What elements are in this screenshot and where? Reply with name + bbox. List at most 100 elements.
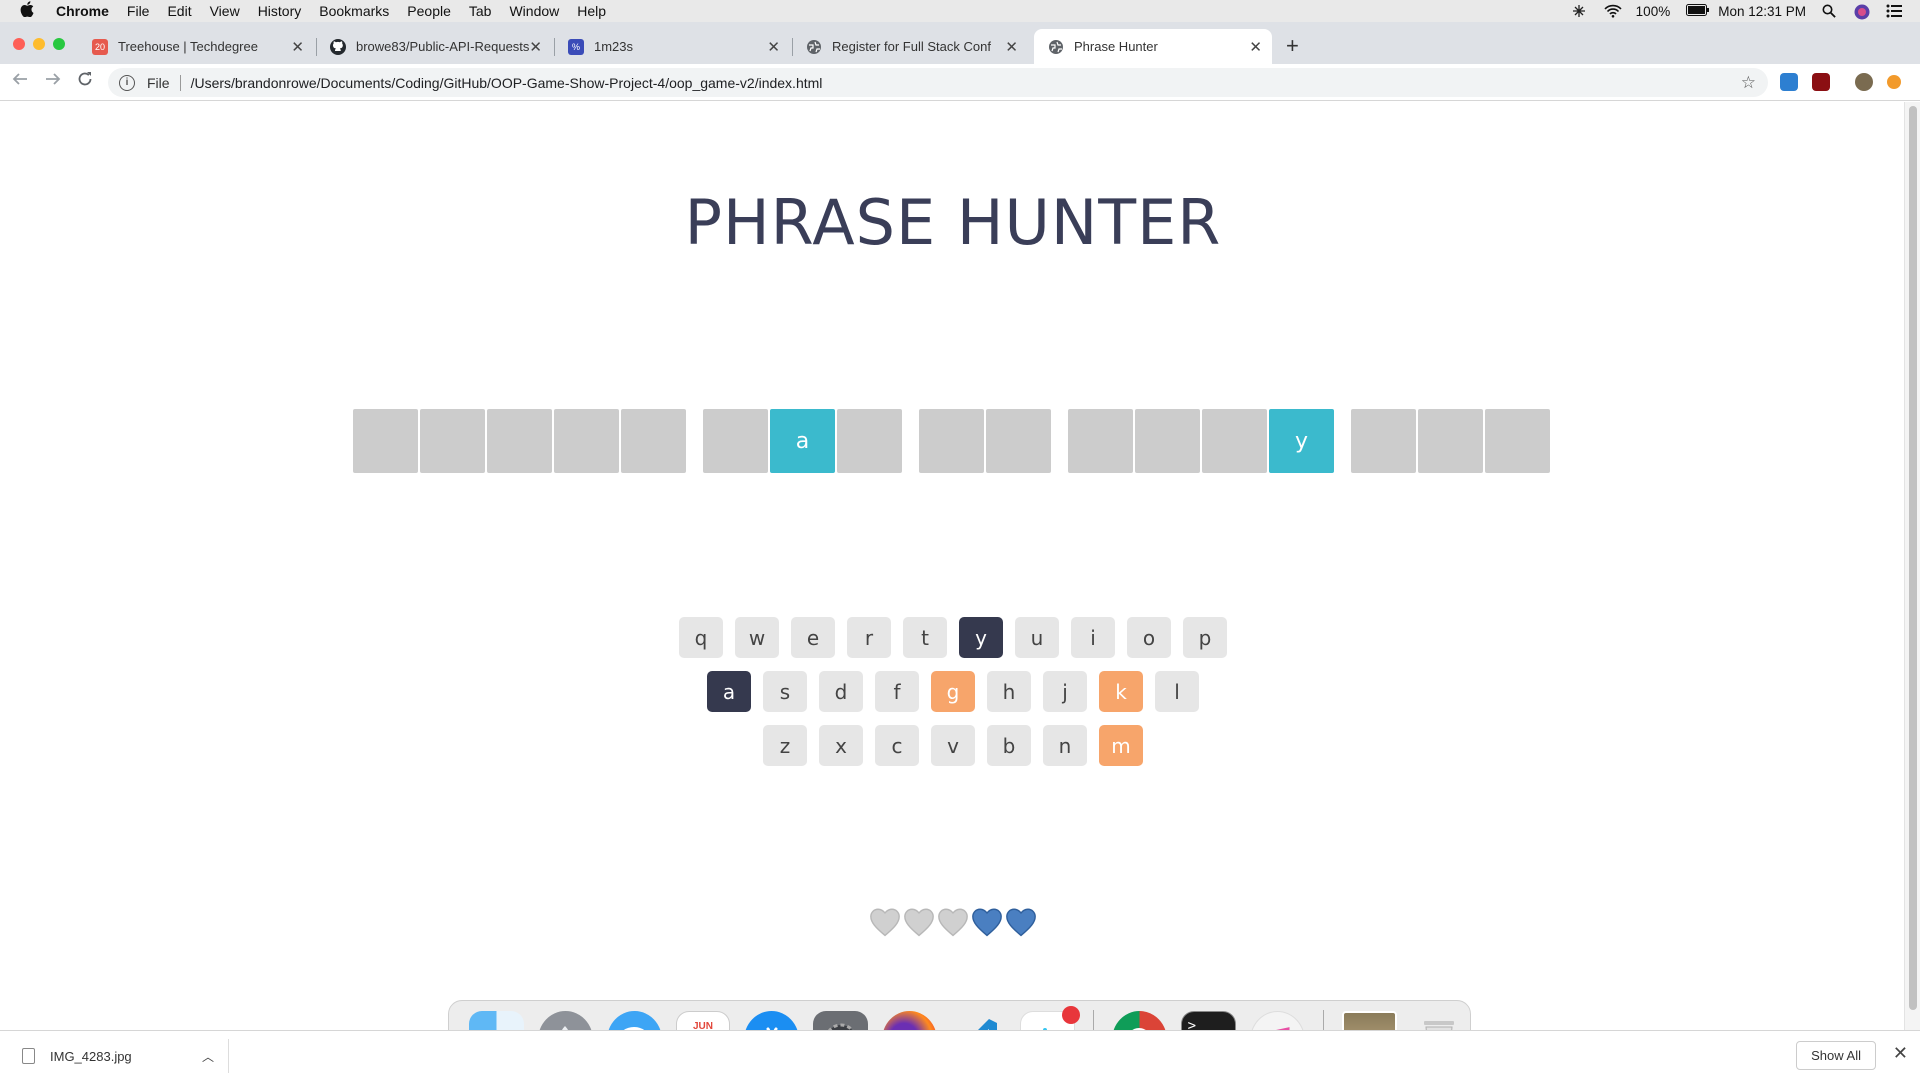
github-icon (330, 38, 346, 55)
keyboard-row: qwertyuiop (0, 617, 1906, 658)
key-y: y (959, 617, 1003, 658)
key-z[interactable]: z (763, 725, 807, 766)
menu-history[interactable]: History (258, 3, 302, 19)
key-x[interactable]: x (819, 725, 863, 766)
key-d[interactable]: d (819, 671, 863, 712)
bookmark-star-icon[interactable]: ☆ (1741, 73, 1756, 93)
key-w[interactable]: w (735, 617, 779, 658)
notification-badge (1061, 1006, 1080, 1024)
apple-menu-icon[interactable] (20, 1, 38, 21)
phrase-word (919, 409, 1051, 473)
key-v[interactable]: v (931, 725, 975, 766)
key-p[interactable]: p (1183, 617, 1227, 658)
key-m: m (1099, 725, 1143, 766)
tab-strip: 20 Treehouse | Techdegree ✕ browe83/Publ… (0, 22, 1920, 64)
download-item[interactable]: IMG_4283.jpg ︿ (14, 1039, 229, 1073)
key-l[interactable]: l (1155, 671, 1199, 712)
info-icon[interactable]: i (119, 74, 135, 91)
url-scheme-label: File (147, 74, 170, 91)
scrollbar-thumb[interactable] (1909, 106, 1917, 1010)
battery-icon[interactable] (1686, 4, 1710, 18)
new-tab-plus-icon[interactable]: + (1286, 33, 1299, 59)
key-j[interactable]: j (1043, 671, 1087, 712)
key-q[interactable]: q (679, 617, 723, 658)
extension-counter-icon[interactable] (1780, 73, 1798, 91)
tab-phrase-hunter[interactable]: Phrase Hunter ✕ (1034, 29, 1272, 64)
phrase-word (1351, 409, 1550, 473)
phrase-word: a (703, 409, 902, 473)
tab-close-icon[interactable]: ✕ (291, 38, 304, 56)
wifi-icon[interactable] (1604, 4, 1622, 18)
menubar-clock[interactable]: Mon 12:31 PM (1718, 4, 1806, 19)
back-arrow-icon[interactable] (12, 71, 28, 92)
window-close-button[interactable] (13, 38, 25, 50)
menu-app-name[interactable]: Chrome (56, 3, 109, 19)
window-controls (13, 38, 65, 50)
key-f[interactable]: f (875, 671, 919, 712)
tab-label: Treehouse | Techdegree (118, 39, 258, 54)
notification-center-icon[interactable] (1886, 4, 1902, 18)
lost-heart-icon (904, 908, 934, 937)
spotlight-search-icon[interactable] (1822, 4, 1838, 18)
tab-treehouse[interactable]: 20 Treehouse | Techdegree ✕ (78, 29, 314, 64)
hidden-letter (1135, 409, 1200, 473)
update-indicator-icon[interactable] (1887, 75, 1901, 89)
tab-github[interactable]: browe83/Public-API-Requests ✕ (316, 29, 552, 64)
key-b[interactable]: b (987, 725, 1031, 766)
menu-file[interactable]: File (127, 3, 150, 19)
tab-label: Register for Full Stack Conf (832, 39, 991, 54)
menu-people[interactable]: People (407, 3, 451, 19)
window-maximize-button[interactable] (53, 38, 65, 50)
globe-icon (1048, 39, 1064, 55)
tab-close-icon[interactable]: ✕ (767, 38, 780, 56)
download-shelf: IMG_4283.jpg ︿ Show All ✕ (0, 1030, 1920, 1080)
profile-avatar[interactable] (1855, 73, 1873, 91)
tab-label: browe83/Public-API-Requests (356, 39, 530, 54)
key-h[interactable]: h (987, 671, 1031, 712)
key-g: g (931, 671, 975, 712)
omnibox-divider (179, 74, 181, 91)
close-icon[interactable]: ✕ (1893, 1043, 1908, 1064)
chevron-up-icon[interactable]: ︿ (202, 1048, 214, 1065)
network-icon[interactable] (1572, 4, 1588, 18)
menu-bookmarks[interactable]: Bookmarks (319, 3, 389, 19)
tab-timer[interactable]: % 1m23s ✕ (554, 29, 790, 64)
macos-menubar: Chrome File Edit View History Bookmarks … (0, 0, 1920, 22)
show-all-button[interactable]: Show All (1796, 1041, 1876, 1070)
tab-close-icon[interactable]: ✕ (1005, 38, 1018, 56)
key-u[interactable]: u (1015, 617, 1059, 658)
menu-edit[interactable]: Edit (167, 3, 191, 19)
menu-view[interactable]: View (210, 3, 240, 19)
hidden-letter (420, 409, 485, 473)
key-t[interactable]: t (903, 617, 947, 658)
tab-close-icon[interactable]: ✕ (529, 38, 542, 56)
key-c[interactable]: c (875, 725, 919, 766)
file-icon (22, 1048, 35, 1064)
key-e[interactable]: e (791, 617, 835, 658)
key-s[interactable]: s (763, 671, 807, 712)
menu-tab[interactable]: Tab (469, 3, 492, 19)
timer-icon: % (568, 38, 584, 55)
address-bar[interactable]: i File /Users/brandonrowe/Documents/Codi… (108, 68, 1768, 97)
page-scrollbar[interactable] (1904, 102, 1920, 1030)
siri-icon[interactable] (1854, 4, 1870, 20)
tab-close-icon[interactable]: ✕ (1249, 38, 1262, 56)
hidden-letter (1418, 409, 1483, 473)
key-o[interactable]: o (1127, 617, 1171, 658)
ublock-shield-icon[interactable] (1812, 73, 1830, 91)
window-minimize-button[interactable] (33, 38, 45, 50)
menu-help[interactable]: Help (577, 3, 606, 19)
browser-toolbar: i File /Users/brandonrowe/Documents/Codi… (0, 64, 1920, 101)
forward-arrow-icon[interactable] (45, 71, 61, 92)
hidden-letter (703, 409, 768, 473)
key-n[interactable]: n (1043, 725, 1087, 766)
key-i[interactable]: i (1071, 617, 1115, 658)
tab-full-stack-conf[interactable]: Register for Full Stack Conf ✕ (792, 29, 1028, 64)
menu-window[interactable]: Window (509, 3, 559, 19)
key-r[interactable]: r (847, 617, 891, 658)
url-text[interactable]: /Users/brandonrowe/Documents/Coding/GitH… (191, 75, 823, 91)
treehouse-icon: 20 (92, 38, 108, 55)
tab-label: 1m23s (594, 39, 634, 54)
hidden-letter (1485, 409, 1550, 473)
reload-icon[interactable] (77, 71, 93, 92)
